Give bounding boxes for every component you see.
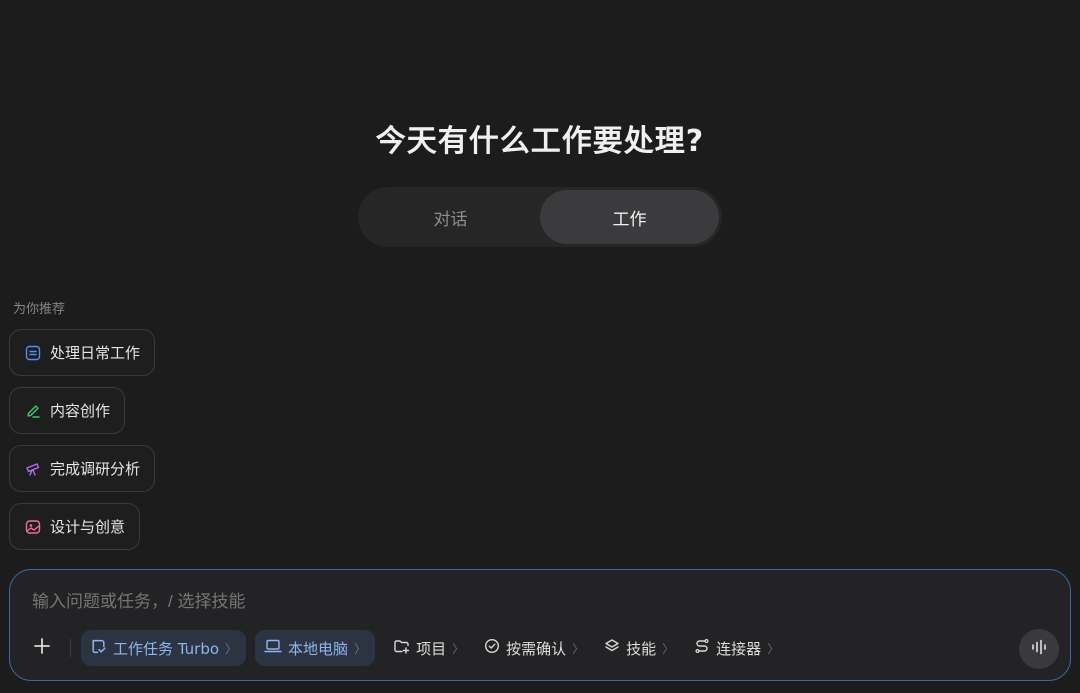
add-button[interactable] bbox=[28, 634, 56, 662]
laptop-icon bbox=[264, 638, 282, 658]
pen-icon bbox=[24, 402, 42, 420]
composer-toolbar: 工作任务 Turbo 〉 本地电脑 〉 项目 〉 按需确认 〉 技能 〉 连接器… bbox=[28, 630, 790, 666]
confirm-mode-label: 按需确认 bbox=[506, 639, 567, 658]
skills-selector[interactable]: 技能 〉 bbox=[595, 630, 683, 666]
chevron-right-icon: 〉 bbox=[662, 641, 675, 656]
chevron-right-icon: 〉 bbox=[354, 641, 367, 656]
composer: 工作任务 Turbo 〉 本地电脑 〉 项目 〉 bbox=[9, 569, 1071, 681]
waveform-icon bbox=[1030, 639, 1048, 659]
layers-icon bbox=[604, 638, 620, 658]
task-list-icon bbox=[24, 344, 42, 362]
voice-input-button[interactable] bbox=[1019, 629, 1059, 669]
telescope-icon bbox=[24, 460, 42, 478]
recommend-item-label: 内容创作 bbox=[50, 402, 111, 420]
connector-icon bbox=[694, 638, 710, 658]
image-icon bbox=[24, 518, 42, 536]
recommend-item-daily-work[interactable]: 处理日常工作 bbox=[9, 329, 156, 376]
task-mode-selector[interactable]: 工作任务 Turbo 〉 bbox=[81, 630, 247, 666]
recommend-item-label: 完成调研分析 bbox=[50, 460, 141, 478]
recommend-item-research[interactable]: 完成调研分析 bbox=[9, 445, 156, 492]
skills-label: 技能 bbox=[626, 639, 657, 658]
tab-work[interactable]: 工作 bbox=[540, 190, 719, 244]
task-check-icon bbox=[90, 638, 107, 659]
project-label: 项目 bbox=[416, 639, 447, 658]
device-selector[interactable]: 本地电脑 〉 bbox=[255, 630, 376, 666]
recommend-item-label: 处理日常工作 bbox=[50, 344, 141, 362]
mode-toggle: 对话 工作 bbox=[358, 187, 722, 247]
device-label: 本地电脑 bbox=[288, 639, 349, 658]
recommend-item-content-creation[interactable]: 内容创作 bbox=[9, 387, 126, 434]
toolbar-divider bbox=[70, 639, 71, 657]
task-mode-label: 工作任务 Turbo bbox=[113, 639, 220, 658]
task-input[interactable] bbox=[32, 590, 992, 614]
chevron-right-icon: 〉 bbox=[572, 641, 585, 656]
project-selector[interactable]: 项目 〉 bbox=[384, 630, 473, 666]
chevron-right-icon: 〉 bbox=[452, 641, 465, 656]
recommend-item-label: 设计与创意 bbox=[50, 518, 126, 536]
chevron-right-icon: 〉 bbox=[767, 641, 780, 656]
folder-plus-icon bbox=[393, 638, 410, 658]
connector-selector[interactable]: 连接器 〉 bbox=[685, 630, 788, 666]
recommend-list: 处理日常工作 内容创作 完成调研分析 设计与创意 bbox=[9, 329, 156, 561]
confirm-mode-selector[interactable]: 按需确认 〉 bbox=[475, 630, 593, 666]
recommend-item-design[interactable]: 设计与创意 bbox=[9, 503, 141, 550]
plus-icon bbox=[32, 636, 52, 660]
page-title: 今天有什么工作要处理? bbox=[375, 124, 705, 159]
recommend-label: 为你推荐 bbox=[13, 302, 66, 317]
connector-label: 连接器 bbox=[716, 639, 762, 658]
chevron-right-icon: 〉 bbox=[225, 641, 238, 656]
tab-chat[interactable]: 对话 bbox=[361, 190, 540, 244]
app-page: 今天有什么工作要处理? 对话 工作 为你推荐 处理日常工作 内容创作 完成调研分… bbox=[0, 0, 1080, 693]
check-circle-icon bbox=[484, 638, 500, 658]
